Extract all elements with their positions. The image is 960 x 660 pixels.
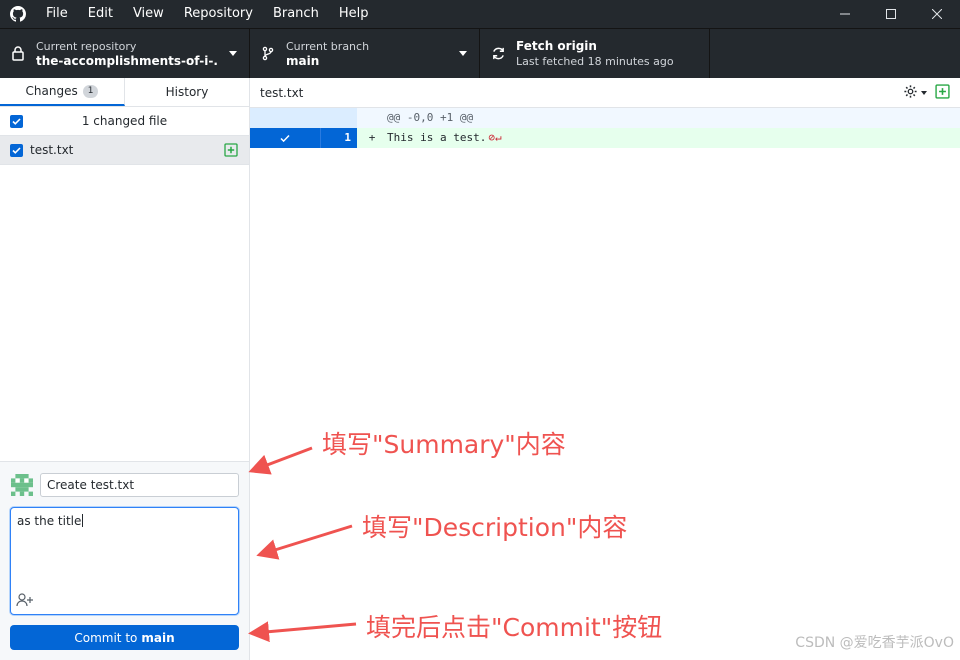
last-fetched-text: Last fetched 18 minutes ago bbox=[516, 54, 674, 68]
diff-header: test.txt bbox=[250, 78, 960, 108]
chevron-down-icon bbox=[229, 51, 237, 56]
diff-hunk-header-row: @@ -0,0 +1 @@ bbox=[250, 108, 960, 128]
file-added-icon bbox=[935, 84, 950, 102]
window-controls bbox=[822, 0, 960, 28]
menu-repository[interactable]: Repository bbox=[174, 0, 263, 28]
lock-icon bbox=[0, 46, 36, 61]
commit-button-branch: main bbox=[141, 630, 175, 645]
diff-line-text: This is a test. ⊘↵ bbox=[387, 131, 502, 144]
git-branch-icon bbox=[250, 46, 286, 61]
diff-hunk-gutter[interactable] bbox=[250, 108, 357, 128]
diff-line-sign: + bbox=[368, 131, 376, 144]
tab-changes-label: Changes bbox=[25, 84, 78, 98]
diff-tools bbox=[903, 84, 950, 102]
no-newline-icon: ⊘↵ bbox=[488, 131, 502, 144]
text-cursor bbox=[82, 514, 84, 527]
file-checkbox[interactable] bbox=[10, 143, 23, 157]
annotation-description: 填写"Description"内容 bbox=[362, 513, 628, 542]
commit-panel: Create test.txt as the title Commit to ma… bbox=[0, 461, 249, 660]
menu-file[interactable]: File bbox=[36, 0, 78, 28]
title-bar: File Edit View Repository Branch Help bbox=[0, 0, 960, 28]
diff-view: @@ -0,0 +1 @@ 1 + This is a test. ⊘↵ bbox=[250, 108, 960, 660]
current-branch-title: Current branch bbox=[286, 39, 370, 53]
current-repository-button[interactable]: Current repository the-accomplishments-o… bbox=[0, 29, 250, 78]
tab-history-label: History bbox=[165, 85, 209, 99]
changes-count-badge: 1 bbox=[82, 84, 99, 98]
minimize-icon[interactable] bbox=[822, 0, 868, 28]
current-repository-name: the-accomplishments-of-i-... bbox=[36, 53, 218, 68]
add-coauthor-icon[interactable] bbox=[16, 593, 34, 610]
commit-description-text: as the title bbox=[17, 514, 84, 528]
annotation-commit: 填完后点击"Commit"按钮 bbox=[366, 613, 663, 642]
menu-help[interactable]: Help bbox=[329, 0, 379, 28]
diff-file-path: test.txt bbox=[260, 85, 304, 100]
tab-changes[interactable]: Changes 1 bbox=[0, 78, 125, 106]
menu-bar: File Edit View Repository Branch Help bbox=[36, 0, 378, 28]
commit-button-prefix: Commit to bbox=[74, 630, 138, 645]
diff-hunk-header: @@ -0,0 +1 @@ bbox=[387, 111, 474, 124]
close-icon[interactable] bbox=[914, 0, 960, 28]
commit-description-input[interactable]: as the title bbox=[10, 507, 239, 615]
sidebar: Changes 1 History 1 changed file test.tx… bbox=[0, 78, 250, 660]
menu-view[interactable]: View bbox=[123, 0, 174, 28]
list-item[interactable]: test.txt bbox=[0, 136, 249, 165]
sync-icon bbox=[480, 46, 516, 61]
current-branch-name: main bbox=[286, 53, 320, 68]
chevron-down-icon bbox=[921, 91, 927, 95]
avatar bbox=[11, 474, 33, 496]
github-logo-icon bbox=[0, 0, 36, 28]
diff-options-button[interactable] bbox=[903, 84, 927, 102]
diff-line-number[interactable]: 1 bbox=[320, 128, 357, 148]
fetch-origin-button[interactable]: Fetch origin Last fetched 18 minutes ago bbox=[480, 29, 710, 78]
sidebar-tabs: Changes 1 History bbox=[0, 78, 249, 107]
maximize-icon[interactable] bbox=[868, 0, 914, 28]
gear-icon bbox=[903, 84, 918, 102]
menu-edit[interactable]: Edit bbox=[78, 0, 123, 28]
file-added-icon bbox=[224, 143, 238, 160]
diff-line-select-toggle[interactable] bbox=[250, 128, 320, 148]
tab-history[interactable]: History bbox=[125, 78, 249, 106]
chevron-down-icon bbox=[459, 51, 467, 56]
select-all-checkbox[interactable] bbox=[10, 114, 23, 128]
fetch-origin-title: Fetch origin bbox=[516, 38, 597, 53]
menu-branch[interactable]: Branch bbox=[263, 0, 329, 28]
annotation-summary: 填写"Summary"内容 bbox=[322, 430, 566, 459]
changed-files-header: 1 changed file bbox=[0, 107, 249, 136]
changed-files-count: 1 changed file bbox=[81, 114, 168, 128]
commit-button[interactable]: Commit to main bbox=[10, 625, 239, 650]
commit-summary-input[interactable]: Create test.txt bbox=[40, 473, 239, 497]
file-name: test.txt bbox=[30, 143, 74, 157]
current-branch-button[interactable]: Current branch main bbox=[250, 29, 480, 78]
diff-line-added: 1 + This is a test. ⊘↵ bbox=[250, 128, 960, 148]
current-repository-title: Current repository bbox=[36, 39, 137, 53]
watermark: CSDN @爱吃香芋派OvO bbox=[795, 635, 954, 651]
check-icon bbox=[280, 134, 290, 142]
toolbar: Current repository the-accomplishments-o… bbox=[0, 28, 960, 78]
